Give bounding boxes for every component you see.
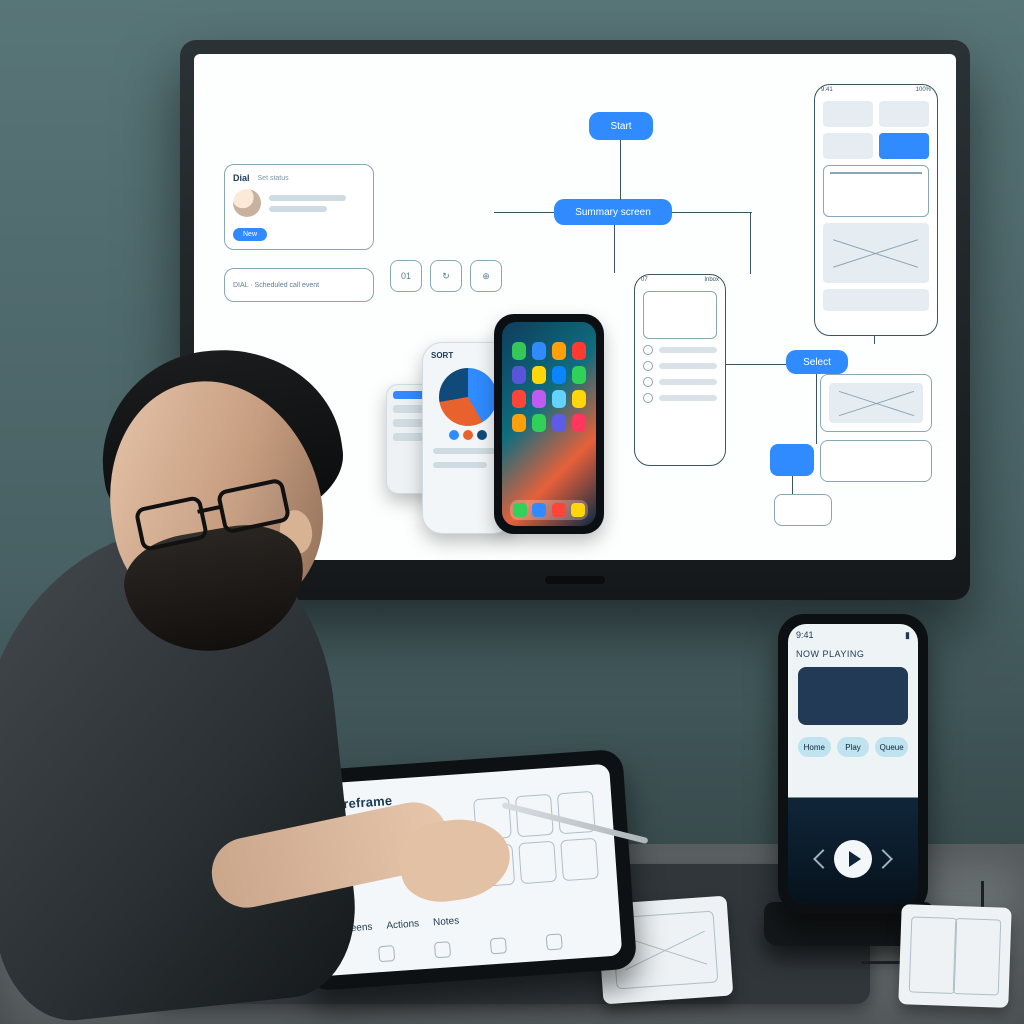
album-card	[798, 667, 908, 725]
profile-subtitle: Set status	[258, 175, 289, 182]
edge	[724, 364, 786, 365]
play-button[interactable]	[834, 840, 872, 878]
action-pills: 01 ↻ ⊕	[390, 260, 502, 292]
edge	[614, 225, 615, 273]
tablet-screen[interactable]: Wireframe Flow overview Screens Actions …	[308, 764, 623, 977]
edge	[494, 212, 554, 213]
chip[interactable]: Queue	[875, 737, 908, 757]
avatar	[233, 189, 261, 217]
phone-title: NOW PLAYING	[788, 647, 918, 661]
chip[interactable]: Home	[798, 737, 831, 757]
hero-placeholder	[643, 291, 717, 339]
wire-phone-large[interactable]: 9:41100%	[814, 84, 938, 336]
wire-card[interactable]	[820, 374, 932, 432]
image-placeholder	[823, 223, 929, 283]
new-button[interactable]: New	[233, 228, 267, 241]
monitor: Dial Set status New DIAL · Scheduled cal…	[180, 40, 970, 600]
scene: Dial Set status New DIAL · Scheduled cal…	[0, 0, 1024, 1024]
sketch-card	[898, 904, 1011, 1008]
tablet-nav	[319, 929, 621, 966]
tag[interactable]: Notes	[433, 916, 460, 929]
prev-icon[interactable]	[813, 849, 833, 869]
profile-card-footer: DIAL · Scheduled call event	[224, 268, 374, 302]
design-canvas[interactable]: Dial Set status New DIAL · Scheduled cal…	[194, 54, 956, 560]
player-bar	[788, 808, 918, 904]
clock: 9:41	[796, 630, 814, 641]
wire-phone-mid[interactable]: 07Inbox	[634, 274, 726, 466]
edge	[620, 140, 621, 200]
edge	[750, 212, 751, 274]
profile-heading: Dial	[233, 173, 250, 183]
edge	[672, 212, 752, 213]
desk-phone: 9:41 ▮ NOW PLAYING Home Play Queue	[778, 614, 928, 914]
flow-node-branch[interactable]: Summary screen	[554, 199, 672, 225]
edge	[816, 374, 817, 444]
chip[interactable]: Play	[837, 737, 870, 757]
button-placeholder	[823, 289, 929, 311]
tag[interactable]: Screens	[335, 922, 372, 936]
profile-card[interactable]: Dial Set status New	[224, 164, 374, 250]
wire-card[interactable]	[820, 440, 932, 482]
pie-chart-icon	[439, 368, 497, 426]
mockup-hero-phone	[494, 314, 604, 534]
tablet-grid	[473, 791, 599, 887]
flow-node-start[interactable]: Start	[589, 112, 653, 140]
profile-footer-text: DIAL · Scheduled call event	[233, 282, 319, 289]
tag[interactable]: Actions	[386, 918, 419, 931]
next-icon[interactable]	[873, 849, 893, 869]
pill-3[interactable]: ⊕	[470, 260, 502, 292]
battery-icon: ▮	[905, 630, 910, 641]
envelope-icon	[823, 165, 929, 217]
wire-card[interactable]	[774, 494, 832, 526]
flow-node-final[interactable]	[770, 444, 814, 476]
list	[635, 345, 725, 403]
tablet: Wireframe Flow overview Screens Actions …	[293, 749, 638, 991]
pill-2[interactable]: ↻	[430, 260, 462, 292]
flow-node-step[interactable]: Select	[786, 350, 848, 374]
pill-1[interactable]: 01	[390, 260, 422, 292]
